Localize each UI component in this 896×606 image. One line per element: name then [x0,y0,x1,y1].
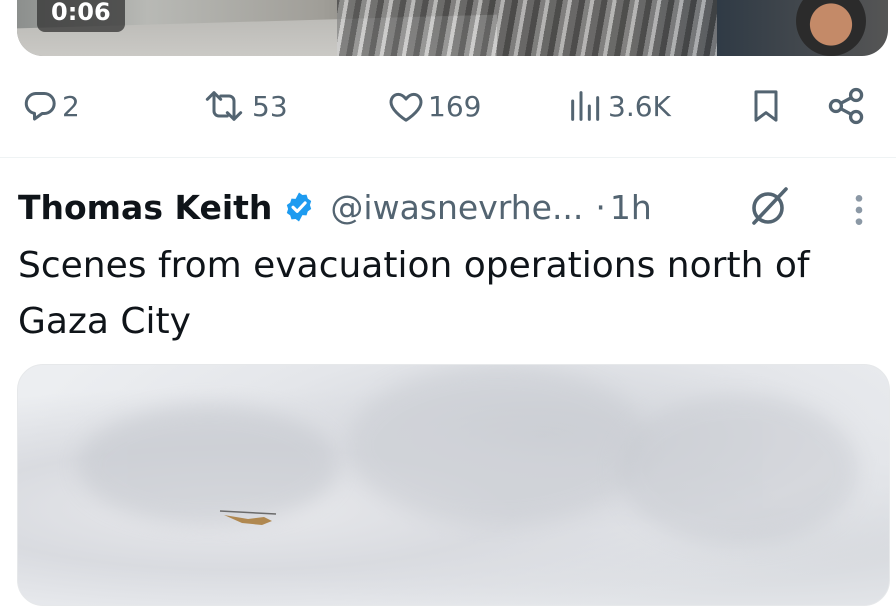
header-separator: · [595,187,606,227]
tweet-action-bar: 2 53 169 3.6K [0,78,896,134]
video-duration-badge: 0:06 [37,0,125,32]
bookmark-button[interactable] [746,78,786,134]
share-button[interactable] [824,78,868,134]
repost-button[interactable]: 53 [198,78,288,134]
tweet-media-image[interactable] [17,364,890,606]
author-name[interactable]: Thomas Keith [18,188,272,227]
tweet-timestamp[interactable]: 1h [610,188,652,227]
reply-button[interactable]: 2 [20,78,80,134]
smoke-cloud [618,395,858,545]
bookmark-icon [754,90,778,122]
like-count: 169 [428,89,482,123]
views-count: 3.6K [608,89,671,123]
smoke-cloud [78,405,338,525]
helicopter-shape [219,510,277,525]
video-scene-person [796,0,866,56]
reply-count: 2 [62,89,80,123]
views-button[interactable]: 3.6K [566,78,671,134]
author-handle[interactable]: @iwasnevrhe... [330,188,583,227]
more-icon [855,195,863,225]
smoke-cloud [348,365,648,525]
reply-icon [24,92,56,121]
tweet-header: Thomas Keith @iwasnevrhe... · 1h [18,182,652,232]
more-options-button[interactable] [846,190,872,234]
previous-tweet-video[interactable] [17,0,888,56]
repost-count: 53 [252,89,288,123]
repost-icon [205,91,243,121]
verified-badge-icon[interactable] [282,190,316,224]
video-scene-rubble [337,0,717,56]
like-icon [389,92,423,122]
share-icon [828,87,864,125]
tweet-divider [0,157,896,158]
tweet-text: Scenes from evacuation operations north … [18,245,810,342]
views-icon [571,91,600,121]
grok-icon [752,187,788,225]
like-button[interactable]: 169 [386,78,481,134]
grok-button[interactable] [746,183,794,235]
